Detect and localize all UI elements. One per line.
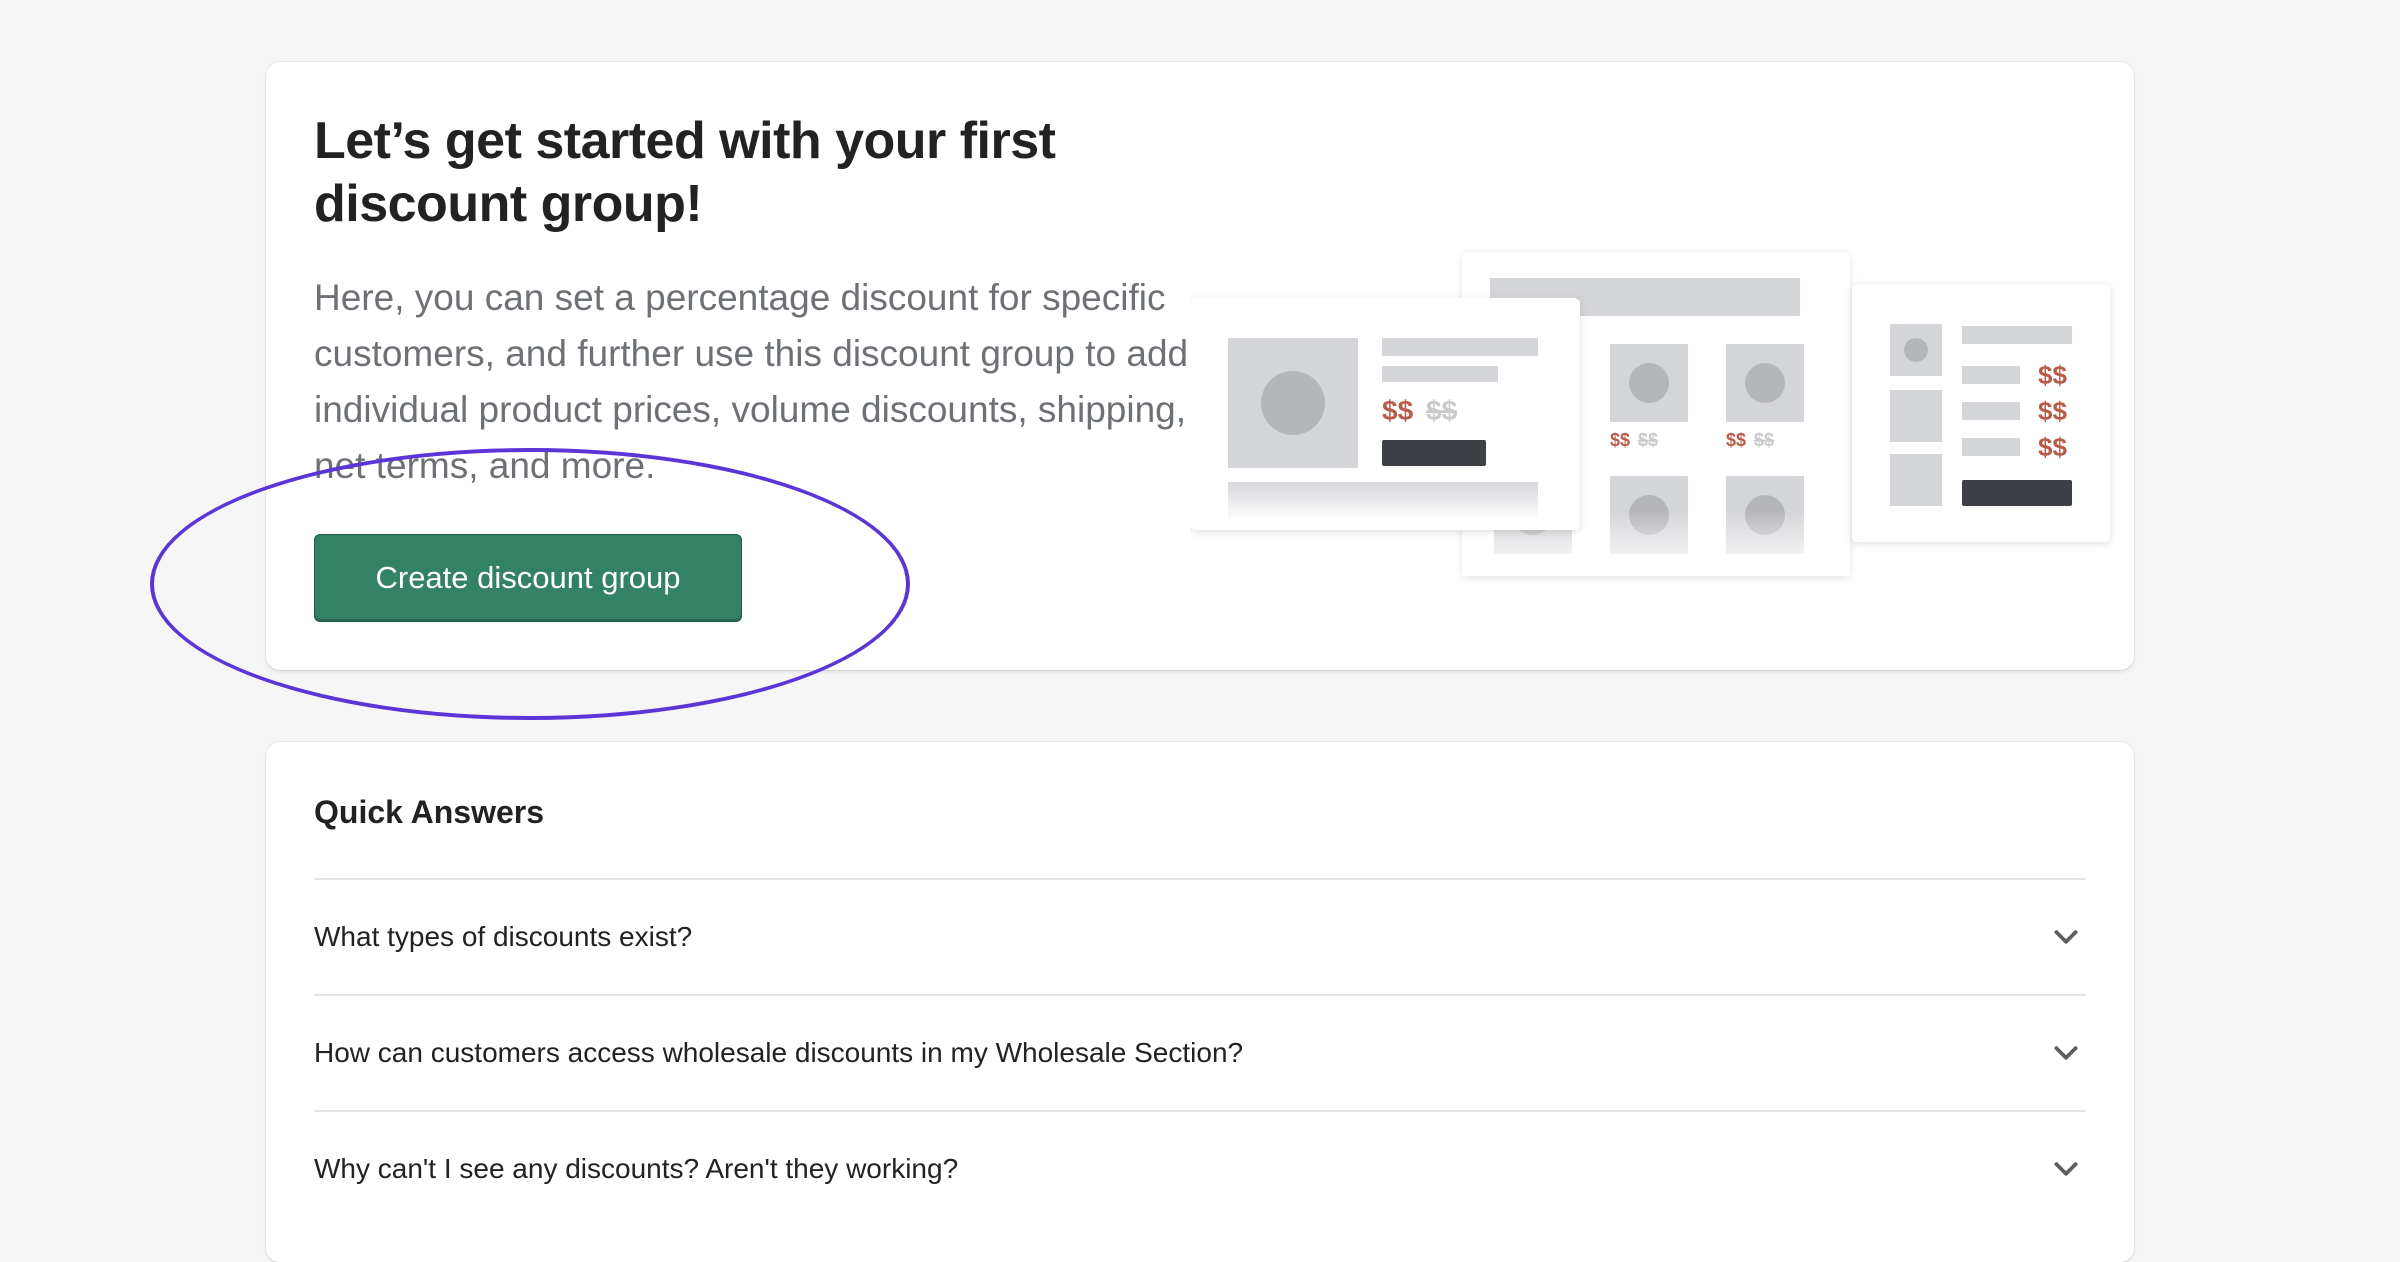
quick-answer-item[interactable]: What types of discounts exist? [314, 878, 2086, 994]
chevron-down-icon[interactable] [2050, 921, 2082, 953]
quick-answers-card: Quick Answers What types of discounts ex… [266, 742, 2134, 1262]
original-price-text: $$ [1426, 395, 1458, 426]
quick-answer-question: How can customers access wholesale disco… [314, 1037, 1244, 1068]
quick-answer-item[interactable]: How can customers access wholesale disco… [314, 994, 2086, 1110]
chevron-down-icon[interactable] [2050, 1153, 2082, 1185]
price-text: $$ [2038, 360, 2067, 390]
price-text: $$ [1726, 430, 1746, 450]
quick-answer-question: What types of discounts exist? [314, 921, 693, 952]
quick-answers-list: What types of discounts exist? How can c… [314, 878, 2086, 1226]
quick-answer-question: Why can't I see any discounts? Aren't th… [314, 1153, 959, 1184]
empty-state-card: Let’s get started with your first discou… [266, 62, 2134, 670]
price-text: $$ [1610, 430, 1630, 450]
create-discount-group-button[interactable]: Create discount group [314, 534, 742, 622]
volume-pricing-mock-card: $$ $$ $$ [1852, 284, 2110, 542]
price-text: $$ [1382, 395, 1414, 426]
quick-answer-item[interactable]: Why can't I see any discounts? Aren't th… [314, 1110, 2086, 1226]
empty-state-title: Let’s get started with your first discou… [314, 112, 1056, 233]
discount-illustration: $$ $$ $$ $$ $$ $$ $$ $$ $$ [1190, 252, 2110, 576]
original-price-text: $$ [1754, 430, 1774, 450]
chevron-down-icon[interactable] [2050, 1037, 2082, 1069]
price-text: $$ [2038, 396, 2067, 426]
quick-answers-title: Quick Answers [314, 794, 545, 830]
product-detail-mock-card: $$ $$ [1190, 298, 1580, 530]
original-price-text: $$ [1638, 430, 1658, 450]
price-text: $$ [2038, 432, 2067, 462]
empty-state-description: Here, you can set a percentage discount … [314, 277, 1189, 486]
